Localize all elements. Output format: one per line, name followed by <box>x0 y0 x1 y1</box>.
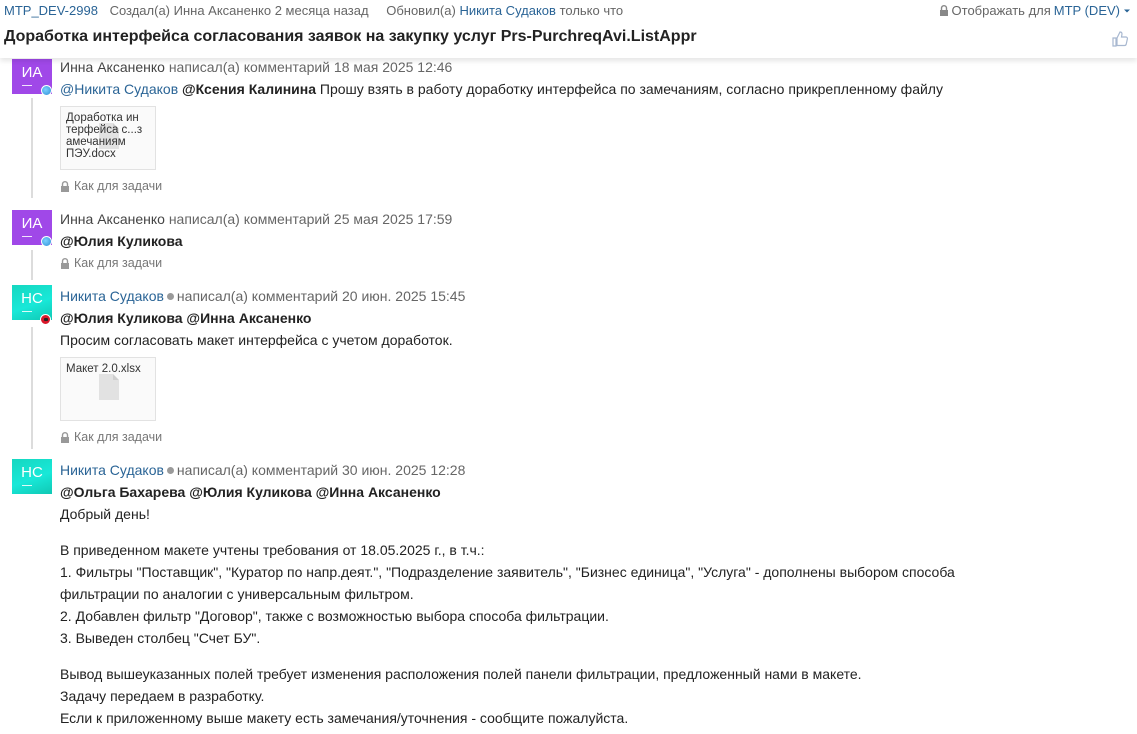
comment-action: написал(а) комментарий <box>168 59 331 75</box>
comment-visibility: Как для задачи <box>60 430 162 444</box>
comment-line: Задачу передаем в разработку. <box>60 688 265 704</box>
created-when: 2 месяца назад <box>274 3 369 18</box>
comment-line: фильтрации по аналогии с универсальным ф… <box>60 586 414 602</box>
file-icon <box>99 374 119 400</box>
comment-action: написал(а) комментарий <box>168 211 331 227</box>
comment-header: Никита Судаков написал(а) комментарий 30 … <box>60 462 465 478</box>
updated-when: только что <box>559 3 624 18</box>
comment-header: Никита Судаков написал(а) комментарий 20 … <box>60 288 465 304</box>
avatar-initials: ИА <box>21 215 43 232</box>
comment-line: Вывод вышеуказанных полей требует измене… <box>60 666 862 682</box>
comment-date: 30 июн. 2025 12:28 <box>342 462 466 478</box>
visibility-selector[interactable]: Отображать для MTP (DEV) <box>939 3 1131 18</box>
page-title: Доработка интерфейса согласования заявок… <box>4 28 697 45</box>
comment-author[interactable]: Инна Аксаненко <box>60 211 165 227</box>
comment-date: 20 июн. 2025 15:45 <box>342 288 466 304</box>
comment-header: Инна Аксаненко написал(а) комментарий 18… <box>60 59 452 75</box>
comment-mentions: @Юлия Куликова @Инна Аксаненко <box>60 310 311 326</box>
comment-date: 25 мая 2025 17:59 <box>333 211 453 227</box>
mention[interactable]: @Ольга Бахарева @Юлия Куликова @Инна Акс… <box>60 484 441 500</box>
comment-author[interactable]: Инна Аксаненко <box>60 59 165 75</box>
task-header: MTP_DEV-2998 Создал(а) Инна Аксаненко 2 … <box>0 0 1137 58</box>
mention-link[interactable]: @Никита Судаков <box>60 81 178 97</box>
comment-action: написал(а) комментарий <box>176 462 339 478</box>
status-dot-icon <box>166 293 174 301</box>
comment-header: Инна Аксаненко написал(а) комментарий 25… <box>60 211 452 227</box>
comment-author[interactable]: Никита Судаков <box>60 288 164 304</box>
updated-by-link[interactable]: Никита Судаков <box>459 3 556 18</box>
status-badge-icon <box>41 85 52 96</box>
timeline-line <box>31 250 33 280</box>
task-id-link[interactable]: MTP_DEV-2998 <box>4 3 98 18</box>
comment-text: Просим согласовать макет интерфейса с уч… <box>60 332 453 348</box>
timeline-line <box>31 327 33 449</box>
comment-visibility: Как для задачи <box>60 256 162 270</box>
status-badge-icon <box>41 236 52 247</box>
attachment-name: Макет 2.0.xlsx <box>66 363 141 375</box>
created-label: Создал(а) <box>109 3 170 18</box>
avatar-initials: НС <box>21 464 43 481</box>
comment-line: В приведенном макете учтены требования о… <box>60 542 485 558</box>
visibility-value[interactable]: MTP (DEV) <box>1054 3 1120 18</box>
attachment-name: Доработка ин терфейса с...з амечаниям ПЭ… <box>66 112 143 160</box>
comment-author[interactable]: Никита Судаков <box>60 462 164 478</box>
lock-icon <box>61 257 69 269</box>
mention[interactable]: @Юлия Куликова <box>60 233 183 249</box>
created-by: Инна Аксаненко <box>173 3 272 18</box>
status-dot-icon <box>166 467 174 475</box>
comment-body: @Юлия Куликова <box>60 233 183 249</box>
task-meta: MTP_DEV-2998 Создал(а) Инна Аксаненко 2 … <box>4 3 623 18</box>
thumbs-up-icon[interactable] <box>1111 30 1129 48</box>
visibility-label: Отображать для <box>951 3 1051 18</box>
comment-line: Если к приложенному выше макету есть зам… <box>60 710 629 726</box>
comment-text: Прошу взять в работу доработку интерфейс… <box>319 81 943 97</box>
avatar[interactable]: НС <box>12 459 52 494</box>
avatar-initials: НС <box>21 290 43 307</box>
lock-icon <box>61 431 69 443</box>
comment-line: 1. Фильтры "Поставщик", "Куратор по напр… <box>60 564 955 580</box>
timeline-line <box>31 98 33 198</box>
attachment-thumbnail[interactable]: Макет 2.0.xlsx <box>60 357 156 421</box>
status-badge-icon <box>40 314 51 325</box>
comment-date: 18 мая 2025 12:46 <box>333 59 453 75</box>
lock-icon <box>939 5 948 16</box>
avatar-initials: ИА <box>21 64 43 81</box>
mention[interactable]: @Ксения Калинина <box>182 81 316 97</box>
comment-line: Добрый день! <box>60 506 150 522</box>
attachment-thumbnail[interactable]: Доработка ин терфейса с...з амечаниям ПЭ… <box>60 106 156 170</box>
comment-line: 2. Добавлен фильтр "Договор", также с во… <box>60 608 609 624</box>
updated-label: Обновил(а) <box>386 3 456 18</box>
comment-line: 3. Выведен столбец "Счет БУ". <box>60 630 261 646</box>
mention[interactable]: @Юлия Куликова @Инна Аксаненко <box>60 310 311 326</box>
comment-action: написал(а) комментарий <box>176 288 339 304</box>
comment-body: @Никита Судаков @Ксения Калинина Прошу в… <box>60 81 943 97</box>
caret-down-icon[interactable] <box>1123 8 1131 14</box>
lock-icon <box>61 180 69 192</box>
comment-mentions: @Ольга Бахарева @Юлия Куликова @Инна Акс… <box>60 484 441 500</box>
comment-visibility: Как для задачи <box>60 179 162 193</box>
